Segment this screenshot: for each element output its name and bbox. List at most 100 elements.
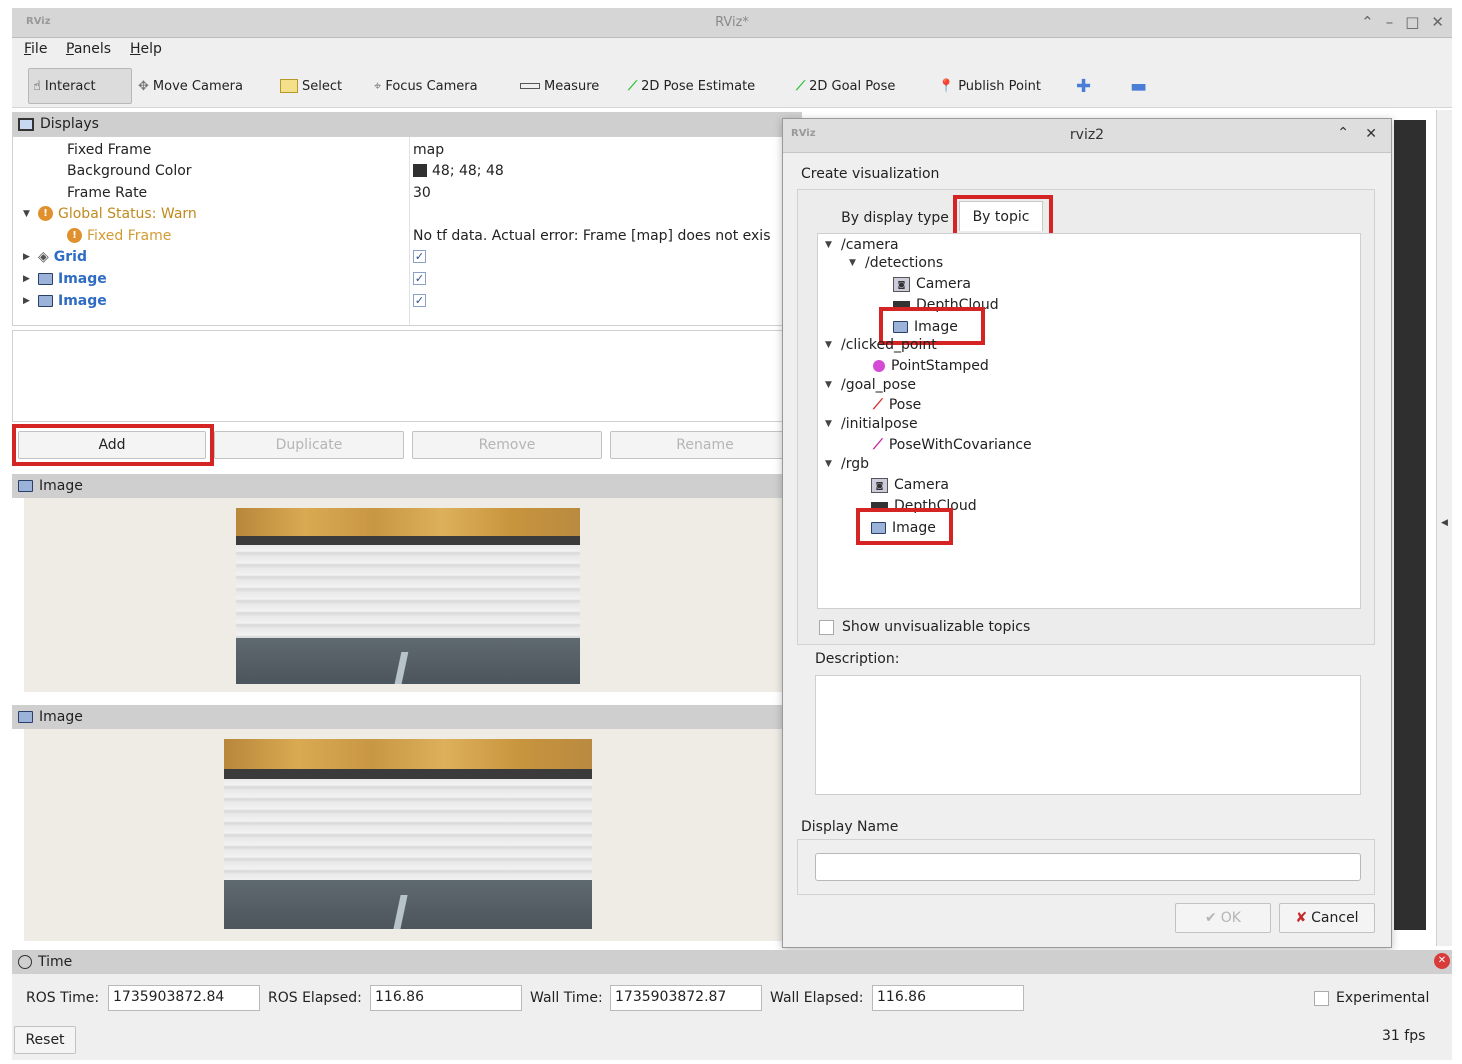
topic-detections-camera[interactable]: ◙ Camera bbox=[893, 274, 971, 294]
publish-point-tool-button[interactable]: 📍 Publish Point bbox=[934, 68, 1045, 104]
maximize-icon[interactable]: ⌃ bbox=[1361, 13, 1374, 31]
render-view[interactable] bbox=[1394, 120, 1426, 930]
dialog-titlebar: RViz rviz2 ⌃ ✕ bbox=[783, 119, 1391, 153]
measure-tool-button[interactable]: Measure bbox=[516, 68, 603, 104]
reset-button[interactable]: Reset bbox=[14, 1026, 76, 1054]
property-fixed-frame[interactable]: Fixed Frame bbox=[67, 139, 151, 160]
remove-tool-button[interactable]: ▬ bbox=[1126, 68, 1151, 104]
interact-tool-button[interactable]: ☝ Interact bbox=[28, 68, 132, 104]
background-color-text: 48; 48; 48 bbox=[432, 162, 504, 179]
ok-label: OK bbox=[1220, 910, 1241, 926]
experimental-toggle[interactable]: Experimental bbox=[1314, 990, 1429, 1006]
topic-rgb-camera[interactable]: ◙ Camera bbox=[871, 475, 949, 495]
topic-goal-pose[interactable]: ▼ /goal_pose bbox=[825, 375, 916, 395]
display-name-input[interactable] bbox=[815, 853, 1361, 881]
expand-arrow-icon[interactable]: ▼ bbox=[849, 258, 859, 268]
image-2-enabled-checkbox[interactable]: ✓ bbox=[413, 290, 426, 311]
cancel-button[interactable]: ✘ Cancel bbox=[1279, 903, 1375, 933]
topic-label: /detections bbox=[865, 255, 944, 271]
show-unvisualizable-row[interactable]: Show unvisualizable topics bbox=[819, 619, 1030, 635]
depthcloud-icon bbox=[871, 501, 888, 511]
property-fixed-frame-value[interactable]: map bbox=[413, 139, 444, 160]
tab-by-display-type[interactable]: By display type bbox=[827, 203, 963, 233]
menu-panels[interactable]: Panels bbox=[66, 41, 111, 57]
focus-camera-tool-button[interactable]: ⌖ Focus Camera bbox=[370, 68, 482, 104]
image-icon bbox=[18, 480, 33, 492]
global-status-row[interactable]: ▼ ! Global Status: Warn bbox=[23, 203, 197, 224]
collapse-left-icon[interactable]: ◀ bbox=[1441, 518, 1448, 528]
topic-camera[interactable]: ▼ /camera bbox=[825, 235, 899, 255]
ros-elapsed-field[interactable]: 116.86 bbox=[370, 985, 522, 1011]
expand-arrow-icon[interactable]: ▼ bbox=[825, 419, 835, 429]
topic-detections-image[interactable]: Image bbox=[893, 317, 958, 337]
side-collapse-bar[interactable]: ◀ bbox=[1436, 110, 1452, 946]
expand-arrow-icon[interactable]: ▼ bbox=[825, 380, 835, 390]
select-tool-button[interactable]: Select bbox=[276, 68, 346, 104]
wall-time-field[interactable]: 1735903872.87 bbox=[610, 985, 762, 1011]
fixed-frame-status-row[interactable]: ! Fixed Frame bbox=[67, 225, 171, 246]
rename-display-button[interactable]: Rename bbox=[610, 431, 800, 459]
collapse-arrow-icon[interactable]: ▶ bbox=[23, 296, 33, 306]
ok-button[interactable]: ✔ OK bbox=[1175, 903, 1271, 933]
topic-pointstamped[interactable]: PointStamped bbox=[873, 356, 989, 376]
pose-estimate-tool-button[interactable]: ⟋ 2D Pose Estimate bbox=[624, 68, 759, 104]
property-frame-rate-value[interactable]: 30 bbox=[413, 182, 431, 203]
ros-time-field[interactable]: 1735903872.84 bbox=[108, 985, 260, 1011]
collapse-arrow-icon[interactable]: ▶ bbox=[23, 252, 33, 262]
move-camera-tool-button[interactable]: ✥ Move Camera bbox=[134, 68, 247, 104]
topic-rgb-depthcloud[interactable]: DepthCloud bbox=[871, 496, 977, 516]
add-tool-button[interactable]: ✚ bbox=[1072, 68, 1095, 104]
remove-display-button[interactable]: Remove bbox=[412, 431, 602, 459]
property-frame-rate[interactable]: Frame Rate bbox=[67, 182, 147, 203]
expand-arrow-icon[interactable]: ▼ bbox=[825, 340, 835, 350]
topic-label: /clicked_point bbox=[841, 337, 937, 353]
window-titlebar: RViz RViz* ⌃ – □ ✕ bbox=[12, 8, 1452, 38]
add-display-button[interactable]: Add bbox=[18, 431, 206, 459]
image-panel-1-header: Image bbox=[12, 474, 792, 498]
display-grid[interactable]: ▶ ◈ Grid bbox=[23, 246, 87, 267]
menu-help[interactable]: Help bbox=[130, 41, 162, 57]
property-background-color-value[interactable]: 48; 48; 48 bbox=[413, 160, 504, 181]
checkbox[interactable]: ✓ bbox=[413, 250, 426, 263]
experimental-checkbox[interactable] bbox=[1314, 990, 1329, 1006]
expand-arrow-icon[interactable]: ▼ bbox=[825, 459, 835, 469]
expand-arrow-icon[interactable]: ▼ bbox=[825, 240, 835, 250]
display-image-1[interactable]: ▶ Image bbox=[23, 268, 107, 289]
expand-arrow-icon[interactable]: ▼ bbox=[23, 209, 33, 219]
checkbox[interactable]: ✓ bbox=[413, 272, 426, 285]
close-icon[interactable]: ✕ bbox=[1431, 13, 1444, 31]
topic-clicked-point[interactable]: ▼ /clicked_point bbox=[825, 335, 937, 355]
maximize-icon[interactable]: ⌃ bbox=[1337, 125, 1349, 141]
tool-label: Move Camera bbox=[152, 78, 243, 94]
duplicate-display-button[interactable]: Duplicate bbox=[214, 431, 404, 459]
global-status-label: Global Status: Warn bbox=[58, 205, 197, 222]
menu-file[interactable]: File bbox=[24, 41, 47, 57]
dialog-title: rviz2 bbox=[1069, 127, 1105, 143]
property-background-color[interactable]: Background Color bbox=[67, 160, 192, 181]
topic-rgb-image[interactable]: Image bbox=[871, 518, 936, 538]
measure-icon bbox=[520, 83, 540, 89]
topic-initialpose[interactable]: ▼ /initialpose bbox=[825, 414, 918, 434]
pose-estimate-icon: ⟋ bbox=[628, 78, 638, 94]
wall-elapsed-field[interactable]: 116.86 bbox=[872, 985, 1024, 1011]
tool-label: Focus Camera bbox=[385, 78, 478, 94]
minimize-icon[interactable]: – bbox=[1386, 13, 1394, 31]
tab-by-topic[interactable]: By topic bbox=[959, 201, 1043, 231]
image-1-enabled-checkbox[interactable]: ✓ bbox=[413, 268, 426, 289]
checkbox[interactable]: ✓ bbox=[413, 294, 426, 307]
collapse-arrow-icon[interactable]: ▶ bbox=[23, 274, 33, 284]
topic-rgb[interactable]: ▼ /rgb bbox=[825, 454, 869, 474]
close-icon[interactable]: ✕ bbox=[1365, 126, 1377, 142]
topic-pose-with-covariance[interactable]: ⟋ PoseWithCovariance bbox=[873, 435, 1032, 455]
type-label: Image bbox=[892, 520, 936, 536]
time-panel-close-icon[interactable]: ✕ bbox=[1434, 953, 1450, 969]
goal-pose-icon: ⟋ bbox=[796, 78, 806, 94]
topic-pose[interactable]: ⟋ Pose bbox=[873, 395, 921, 415]
goal-pose-tool-button[interactable]: ⟋ 2D Goal Pose bbox=[792, 68, 899, 104]
topic-detections-depthcloud[interactable]: DepthCloud bbox=[893, 295, 999, 315]
show-unvisualizable-checkbox[interactable] bbox=[819, 619, 834, 635]
restore-icon[interactable]: □ bbox=[1405, 13, 1419, 31]
grid-enabled-checkbox[interactable]: ✓ bbox=[413, 246, 426, 267]
display-image-2[interactable]: ▶ Image bbox=[23, 290, 107, 311]
topic-detections[interactable]: ▼ /detections bbox=[849, 253, 943, 273]
